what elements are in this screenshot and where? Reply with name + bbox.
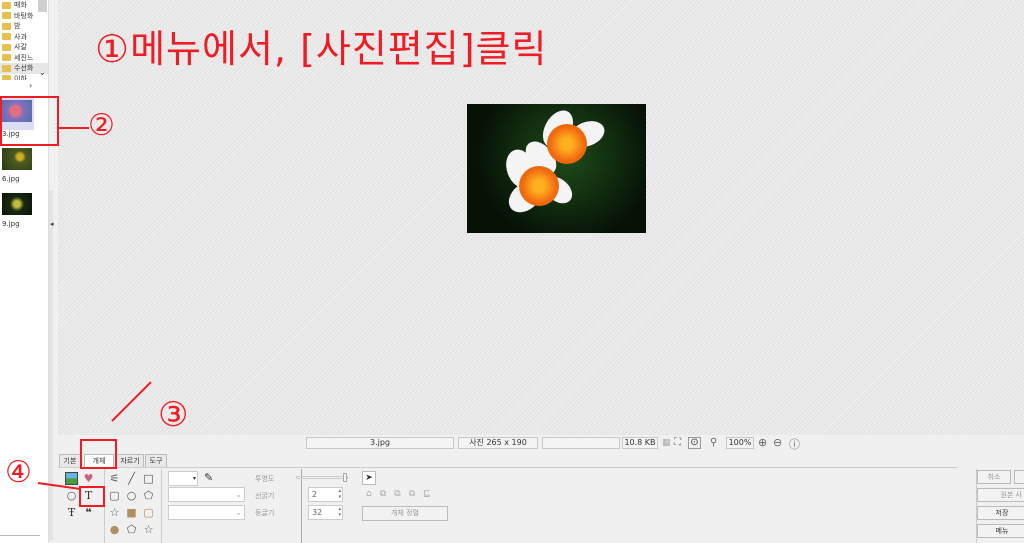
select-pointer-icon[interactable]: ➤ xyxy=(362,471,376,485)
filled-circle-icon[interactable]: ● xyxy=(108,523,121,536)
fill-style-dropdown[interactable]: ⌄ xyxy=(168,505,245,520)
folder-icon xyxy=(2,12,11,20)
annotation-step3: ③ xyxy=(158,395,189,435)
line-width-value: 2 xyxy=(312,490,318,499)
arrange-icons: ⌂⧉⧉⧉⊑ xyxy=(366,489,439,499)
photo-preview[interactable] xyxy=(467,104,646,233)
folder-item[interactable]: 사과 xyxy=(0,32,48,43)
status-dimensions: 사진 265 x 190 xyxy=(458,437,538,449)
filled-pentagon-icon[interactable]: ⬠ xyxy=(125,523,138,536)
panel-splitter[interactable]: ◂ xyxy=(48,0,58,543)
annotation-box-thumbnail xyxy=(0,96,59,146)
status-filename: 3.jpg xyxy=(306,437,454,449)
folder-label: 매화 xyxy=(14,1,27,10)
bottom-slider[interactable] xyxy=(0,535,40,539)
transparency-icon[interactable]: ▦ xyxy=(662,438,671,448)
filled-star-icon[interactable]: ☆ xyxy=(142,523,155,536)
folder-icon xyxy=(2,22,11,30)
zoom-in-icon[interactable]: ⊕ xyxy=(758,436,767,449)
line-style-dropdown[interactable]: ⌄ xyxy=(168,487,245,502)
tab-crop[interactable]: 자르기 xyxy=(116,454,144,467)
zoom-out-icon[interactable]: ⊖ xyxy=(773,436,782,449)
roundness-value: 32 xyxy=(312,508,323,517)
folder-label: 사갈 xyxy=(14,43,27,52)
annotation-step4: ④ xyxy=(5,455,32,490)
annotation-box-tab xyxy=(80,439,117,469)
annotation-line xyxy=(59,127,89,129)
circle-icon[interactable]: ○ xyxy=(125,489,138,502)
folder-icon xyxy=(2,43,11,51)
folder-label: 사과 xyxy=(14,32,27,41)
thumbnail-label: 6.jpg xyxy=(2,175,20,183)
folder-icon xyxy=(2,54,11,62)
status-empty xyxy=(542,437,620,449)
pentagon-icon[interactable]: ⬠ xyxy=(142,489,155,502)
image-icon[interactable] xyxy=(65,472,78,485)
opacity-label: 투명도 xyxy=(255,475,275,483)
actual-size-icon[interactable]: ⊙ xyxy=(688,437,701,449)
line-width-stepper[interactable]: 2 ▴ ▾ xyxy=(308,487,343,502)
sticker-icon[interactable]: ♥ xyxy=(82,472,95,485)
redo-button[interactable] xyxy=(1014,470,1024,484)
annotation-box-text-tool xyxy=(79,486,105,507)
align-objects-button[interactable]: 개체 정렬 xyxy=(362,506,448,521)
zoom-fit-icon[interactable]: ⚲ xyxy=(710,437,717,448)
tab-tools[interactable]: 도구 xyxy=(145,454,167,467)
thumbnail-image[interactable] xyxy=(2,148,32,170)
folder-icon xyxy=(2,1,11,9)
menu-button[interactable]: 메뉴 xyxy=(977,524,1024,538)
roundness-stepper[interactable]: 32 ▴ ▾ xyxy=(308,505,343,520)
folder-icon xyxy=(2,64,11,72)
rounded-rect-icon[interactable]: ▢ xyxy=(108,489,121,502)
magic-wand-icon[interactable]: ⚟ xyxy=(108,472,121,485)
info-icon[interactable]: ⓘ xyxy=(789,436,800,452)
zoom-level: 100% xyxy=(726,437,754,449)
folder-item[interactable]: 사갈 xyxy=(0,42,48,53)
thumbnail-label: 9.jpg xyxy=(2,220,20,228)
folder-item[interactable]: 세진느 xyxy=(0,53,48,64)
slider-handle[interactable] xyxy=(343,473,347,482)
eyedropper-icon[interactable]: ✎ xyxy=(204,471,213,484)
status-bar: 3.jpg 사진 265 x 190 10.8 KB ▦ ⛶ ⊙ ⚲ 100% … xyxy=(58,435,1024,451)
folder-label: 세진느 xyxy=(14,53,34,62)
save-button[interactable]: 저장 xyxy=(977,506,1024,520)
speech-bubble-icon[interactable]: ○ xyxy=(65,489,78,502)
thumbnail-image[interactable] xyxy=(2,193,32,215)
fit-screen-icon[interactable]: ⛶ xyxy=(674,437,681,448)
chevron-right-icon[interactable]: › xyxy=(29,81,32,90)
folder-label: 밤 xyxy=(14,22,21,31)
line-width-label: 선굵기 xyxy=(255,492,275,500)
annotation-step2: ② xyxy=(88,108,115,143)
original-photo-button[interactable]: 원본 사 xyxy=(977,488,1024,502)
line-icon[interactable]: ╱ xyxy=(125,472,138,485)
opacity-slider[interactable] xyxy=(296,473,348,482)
star-icon[interactable]: ☆ xyxy=(108,506,121,519)
color-dropdown[interactable]: ▾ xyxy=(168,471,198,486)
roundness-label: 둥글기 xyxy=(255,509,275,517)
filled-rounded-rect-icon[interactable]: ▢ xyxy=(142,506,155,519)
quote-icon[interactable]: ❝ xyxy=(82,506,95,519)
folder-item[interactable]: 바탕화 xyxy=(0,11,48,22)
chevron-down-icon[interactable]: ⌄ xyxy=(39,68,46,77)
collapse-arrow-icon[interactable]: ◂ xyxy=(50,220,54,228)
tab-basic[interactable]: 기본 xyxy=(59,454,81,467)
cancel-button[interactable]: 취소 xyxy=(977,470,1011,484)
tree-scrollbar[interactable] xyxy=(38,0,47,12)
rectangle-icon[interactable]: □ xyxy=(142,472,155,485)
annotation-step1: ①메뉴에서, [사진편집]클릭 xyxy=(95,27,548,71)
folder-icon xyxy=(2,33,11,41)
text-style-icon[interactable]: Ŧ xyxy=(65,506,78,519)
folder-label: 이하 xyxy=(14,74,27,80)
folder-label: 바탕화 xyxy=(14,11,34,20)
folder-icon xyxy=(2,75,11,80)
folder-item[interactable]: 밤 xyxy=(0,21,48,32)
status-filesize: 10.8 KB xyxy=(622,437,658,449)
filled-rect-icon[interactable]: ■ xyxy=(125,506,138,519)
folder-label: 수선화 xyxy=(14,64,34,73)
